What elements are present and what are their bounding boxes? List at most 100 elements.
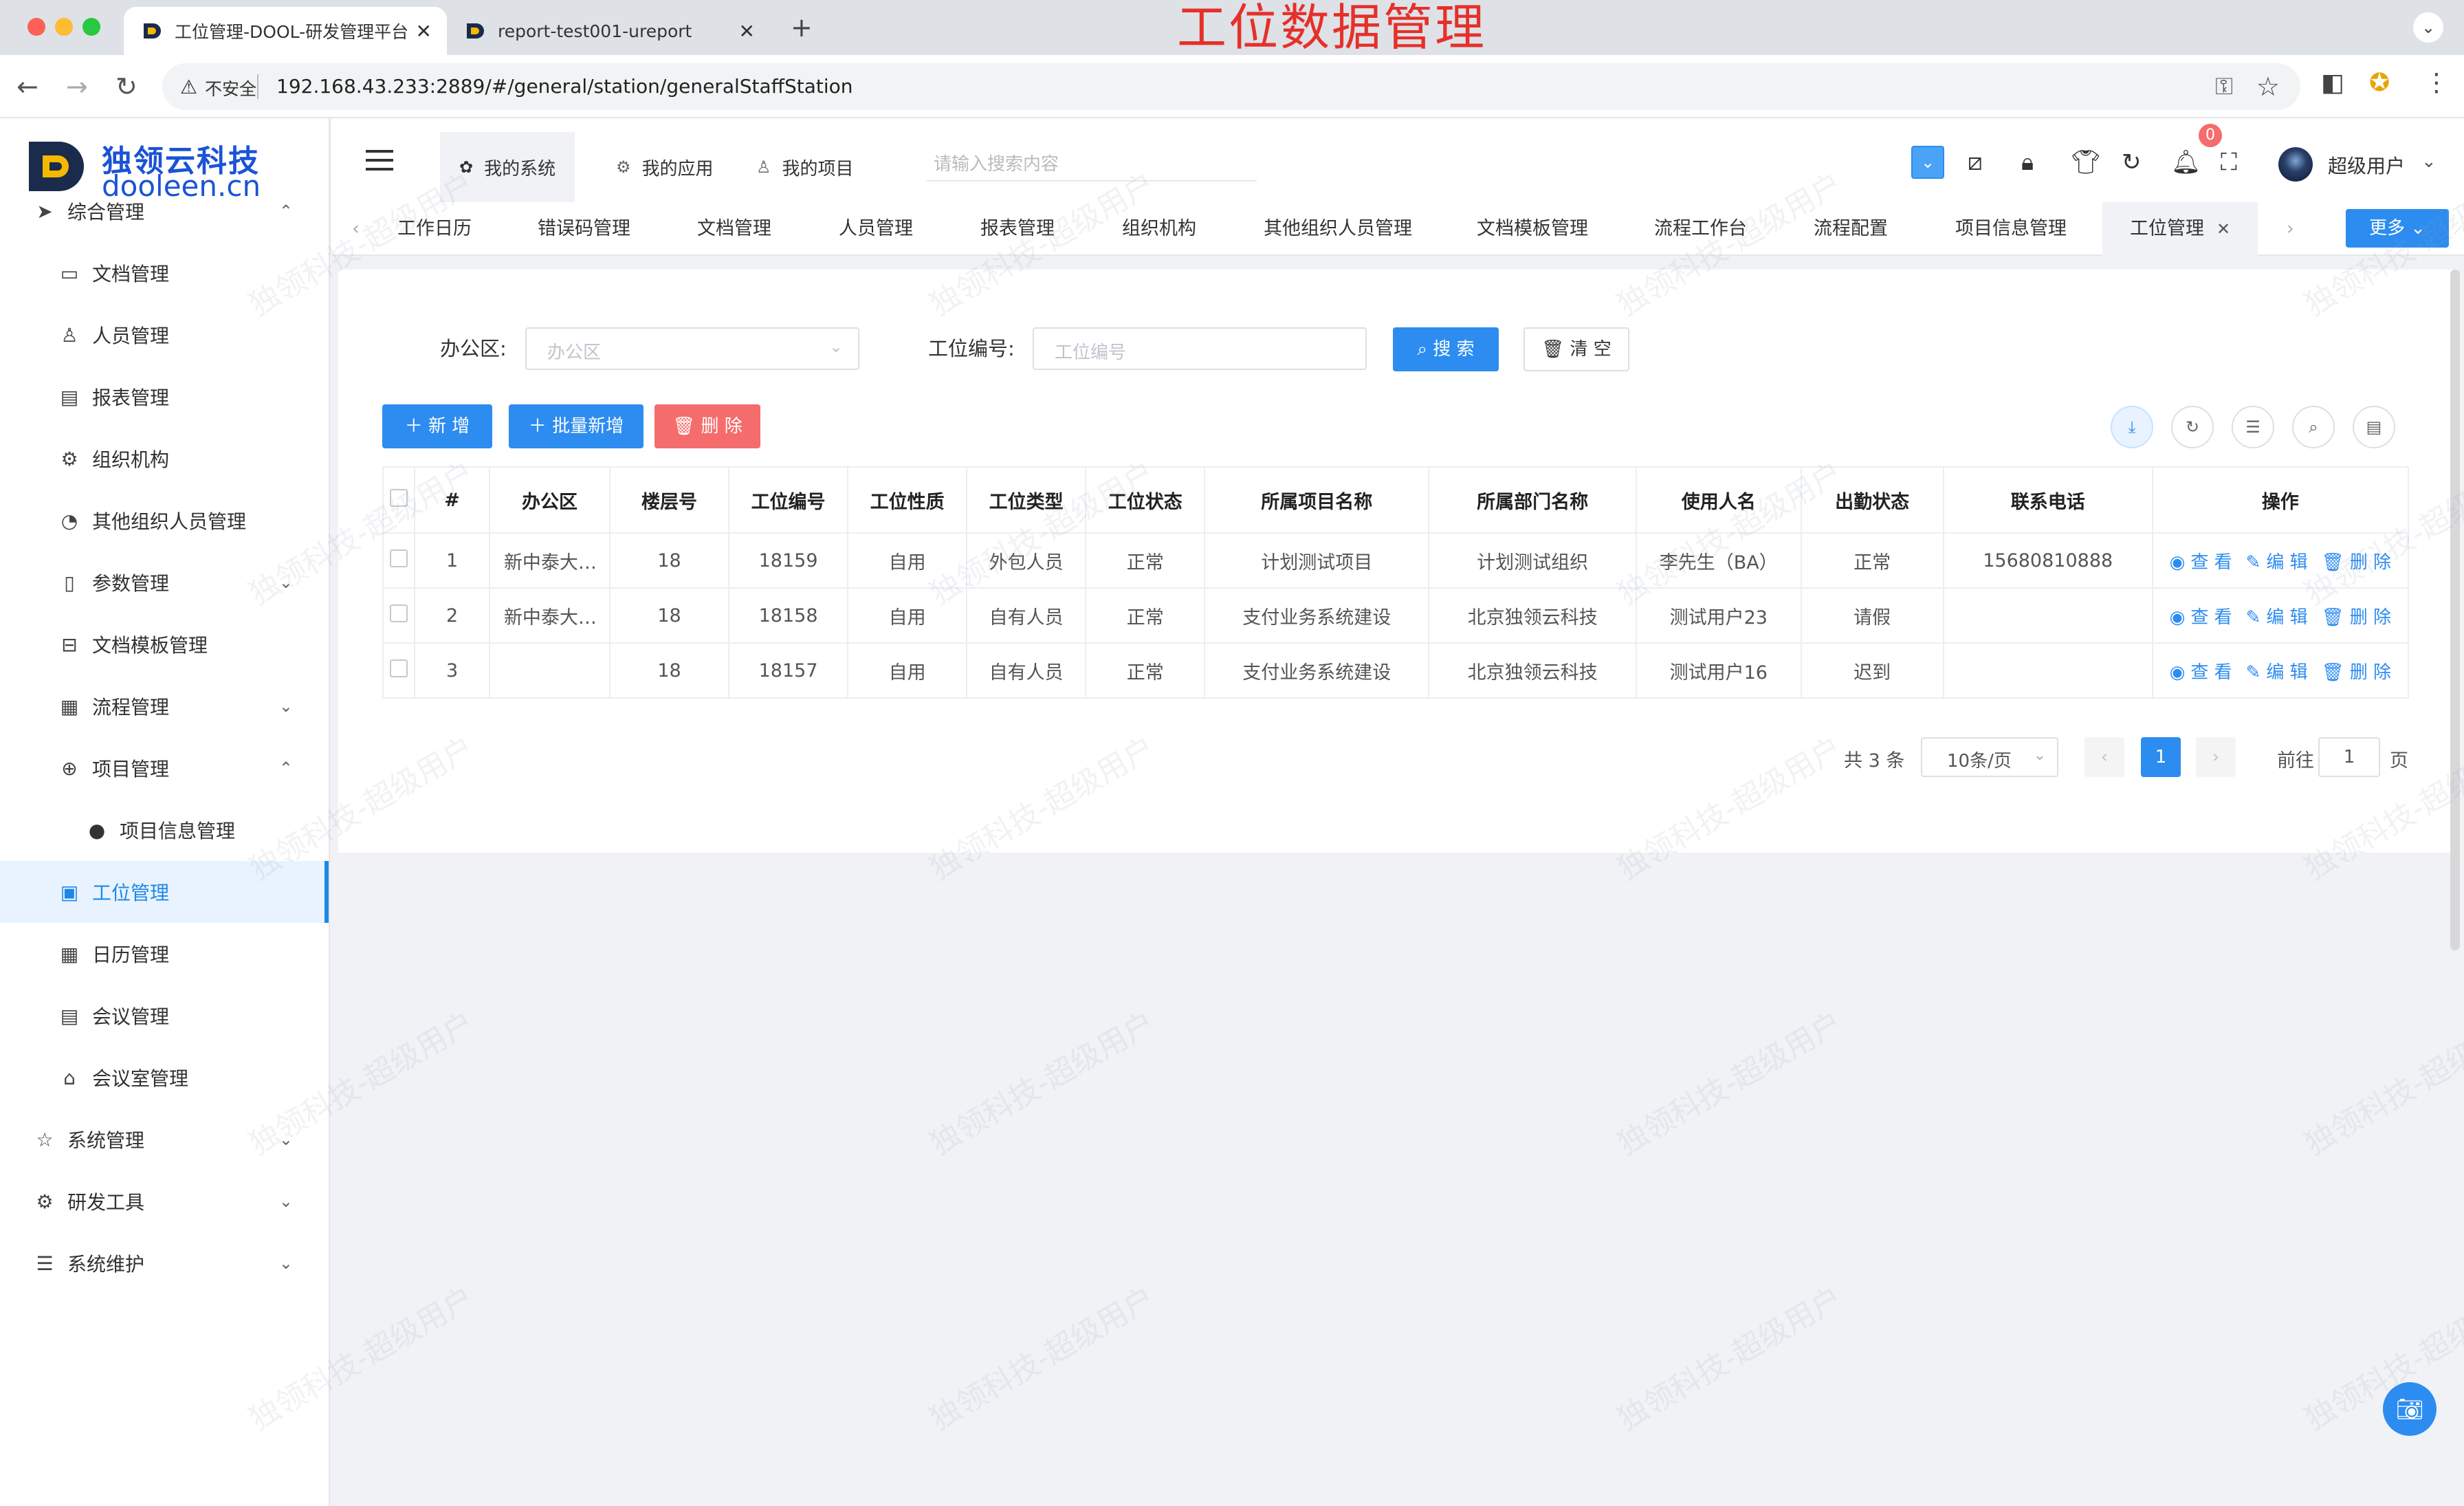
close-tab-icon[interactable]: ✕ <box>739 20 755 43</box>
sidebar-item[interactable]: ▦ 日历管理 <box>0 923 329 985</box>
delete-link[interactable]: 🗑︎ 删 除 <box>2322 662 2391 683</box>
page-tab[interactable]: 流程配置 <box>1814 202 1888 256</box>
reload-icon[interactable]: ↻ <box>116 72 138 102</box>
sidebar-item[interactable]: ▣ 工位管理 <box>0 861 329 923</box>
refresh-icon[interactable]: ↻ <box>2122 149 2142 176</box>
page-tab[interactable]: 项目信息管理 <box>1955 202 2067 256</box>
prev-page-button[interactable]: ‹ <box>2084 737 2124 777</box>
sidebar-item[interactable]: ▯ 参数管理 ⌄ <box>0 552 329 613</box>
search-button[interactable]: ⌕ 搜 索 <box>1393 327 1499 371</box>
browser-tab-active[interactable]: 工位管理-DOOL-研发管理平台 ✕ <box>124 7 447 55</box>
page-tab[interactable]: 人员管理 <box>839 202 913 256</box>
tabs-scroll-right-icon[interactable]: › <box>2287 202 2294 256</box>
row-checkbox[interactable] <box>390 659 408 677</box>
page-tab[interactable]: 其他组织人员管理 <box>1264 202 1412 256</box>
sidebar-item[interactable]: ⊕ 项目管理 ⌃ <box>0 737 329 799</box>
close-icon[interactable]: ✕ <box>2216 219 2230 239</box>
avatar[interactable] <box>2278 147 2313 182</box>
select-all-checkbox-cell[interactable] <box>382 466 416 534</box>
select-all-checkbox[interactable] <box>390 488 408 507</box>
browser-tab[interactable]: report-test001-ureport ✕ <box>447 7 770 55</box>
sidebar-item[interactable]: ⚙ 组织机构 <box>0 428 329 490</box>
lock-icon[interactable]: 🔒︎ <box>2021 149 2034 176</box>
search-icon[interactable]: ⌕ <box>2292 406 2335 448</box>
back-icon[interactable]: ← <box>16 72 38 102</box>
row-checkbox-cell[interactable] <box>382 532 416 589</box>
office-select[interactable]: 办公区 ⌄ <box>525 327 859 370</box>
edit-link[interactable]: ✎ 编 辑 <box>2246 662 2308 683</box>
bookmark-star-icon[interactable]: ☆ <box>2256 72 2280 102</box>
url-field[interactable]: ⚠ 不安全 192.168.43.233:2889/#/general/stat… <box>162 63 2300 110</box>
page-tab[interactable]: 报表管理 <box>980 202 1055 256</box>
sidebar-item[interactable]: ⚙ 研发工具 ⌄ <box>0 1170 329 1232</box>
add-button[interactable]: ＋ 新 增 <box>382 404 492 448</box>
tab-search-chevron-icon[interactable]: ⌄ <box>2413 12 2443 43</box>
extension-icon[interactable]: ✪ <box>2369 69 2390 97</box>
sidebar-item[interactable]: ▤ 报表管理 <box>0 366 329 428</box>
delete-link[interactable]: 🗑︎ 删 除 <box>2322 552 2391 573</box>
sidebar-item[interactable]: ♙ 人员管理 <box>0 304 329 366</box>
view-link[interactable]: ◉ 查 看 <box>2170 552 2232 573</box>
sidebar-item[interactable]: ▦ 流程管理 ⌄ <box>0 675 329 737</box>
page-tab[interactable]: 文档管理 <box>697 202 771 256</box>
sidebar-item[interactable]: ☰ 系统维护 ⌄ <box>0 1232 329 1294</box>
sidebar-item[interactable]: ⌂ 会议室管理 <box>0 1047 329 1109</box>
page-tab[interactable]: 工位管理 ✕ <box>2102 202 2258 256</box>
window-maximize-button[interactable] <box>82 18 100 36</box>
page-tab[interactable]: 流程工作台 <box>1654 202 1747 256</box>
station-input[interactable]: 工位编号 <box>1033 327 1367 370</box>
print-icon[interactable]: ▤ <box>2353 406 2395 448</box>
download-icon[interactable]: ⤓ <box>2111 406 2153 448</box>
sidebar-item[interactable]: ● 项目信息管理 <box>0 799 329 861</box>
key-icon[interactable]: ⚿ <box>2215 73 2233 100</box>
tab-my-projects[interactable]: ♙ 我的项目 <box>737 132 873 202</box>
more-tabs-button[interactable]: 更多 ⌄ <box>2346 209 2449 248</box>
window-close-button[interactable] <box>28 18 45 36</box>
page-tab[interactable]: 组织机构 <box>1122 202 1196 256</box>
shirt-icon[interactable]: 👕︎ <box>2071 149 2100 176</box>
view-link[interactable]: ◉ 查 看 <box>2170 607 2232 628</box>
header-search-input[interactable]: 请输入搜索内容 <box>927 143 1257 182</box>
edit-link[interactable]: ✎ 编 辑 <box>2246 552 2308 573</box>
delete-link[interactable]: 🗑︎ 删 除 <box>2322 607 2391 628</box>
row-checkbox-cell[interactable] <box>382 642 416 699</box>
forward-icon[interactable]: → <box>66 72 88 102</box>
page-tab[interactable]: 工作日历 <box>397 202 472 256</box>
edit-link[interactable]: ✎ 编 辑 <box>2246 607 2308 628</box>
fullscreen-icon[interactable]: ⛶ <box>2221 149 2237 176</box>
page-number-button[interactable]: 1 <box>2141 737 2181 777</box>
sidebar-item[interactable]: ➤ 综合管理 ⌃ <box>0 180 329 242</box>
view-link[interactable]: ◉ 查 看 <box>2170 662 2232 683</box>
screen-lock-icon[interactable]: ⧄ <box>1968 149 1983 176</box>
batch-add-button[interactable]: ＋ 批量新增 <box>509 404 644 448</box>
clear-button[interactable]: 🗑︎ 清 空 <box>1524 327 1629 371</box>
tab-my-apps[interactable]: ⚙ 我的应用 <box>597 132 733 202</box>
sidebar-item[interactable]: ▤ 会议管理 <box>0 985 329 1047</box>
window-minimize-button[interactable] <box>55 18 73 36</box>
sidebar-item[interactable]: ☆ 系统管理 ⌄ <box>0 1109 329 1170</box>
chevron-down-icon[interactable]: ⌄ <box>2421 151 2436 172</box>
next-page-button[interactable]: › <box>2196 737 2236 777</box>
sidebar-item[interactable]: ◔ 其他组织人员管理 <box>0 490 329 552</box>
browser-menu-icon[interactable]: ⋮ <box>2424 69 2449 97</box>
goto-page-input[interactable]: 1 <box>2318 737 2380 777</box>
scrollbar[interactable] <box>2450 270 2460 950</box>
refresh-icon[interactable]: ↻ <box>2171 406 2214 448</box>
user-name[interactable]: 超级用户 <box>2328 151 2405 179</box>
new-tab-button[interactable]: + <box>791 12 813 43</box>
tabs-scroll-left-icon[interactable]: ‹ <box>352 202 360 256</box>
row-checkbox[interactable] <box>390 549 408 567</box>
page-tab[interactable]: 错误码管理 <box>538 202 630 256</box>
delete-button[interactable]: 🗑︎ 删 除 <box>654 404 760 448</box>
dropdown-select-icon[interactable]: ⌄ <box>1911 146 1944 179</box>
tab-my-system[interactable]: ✿ 我的系统 <box>440 132 575 202</box>
sidebar-item[interactable]: ▭ 文档管理 <box>0 242 329 304</box>
sidebar-item[interactable]: ⊟ 文档模板管理 <box>0 613 329 675</box>
close-tab-icon[interactable]: ✕ <box>416 20 432 43</box>
page-tab[interactable]: 文档模板管理 <box>1477 202 1588 256</box>
filter-icon[interactable]: ☰ <box>2232 406 2274 448</box>
bell-icon[interactable]: 🔔︎ <box>2171 149 2201 176</box>
camera-icon[interactable]: 📷︎ <box>2383 1382 2436 1436</box>
row-checkbox[interactable] <box>390 604 408 622</box>
hamburger-icon[interactable] <box>366 150 393 171</box>
